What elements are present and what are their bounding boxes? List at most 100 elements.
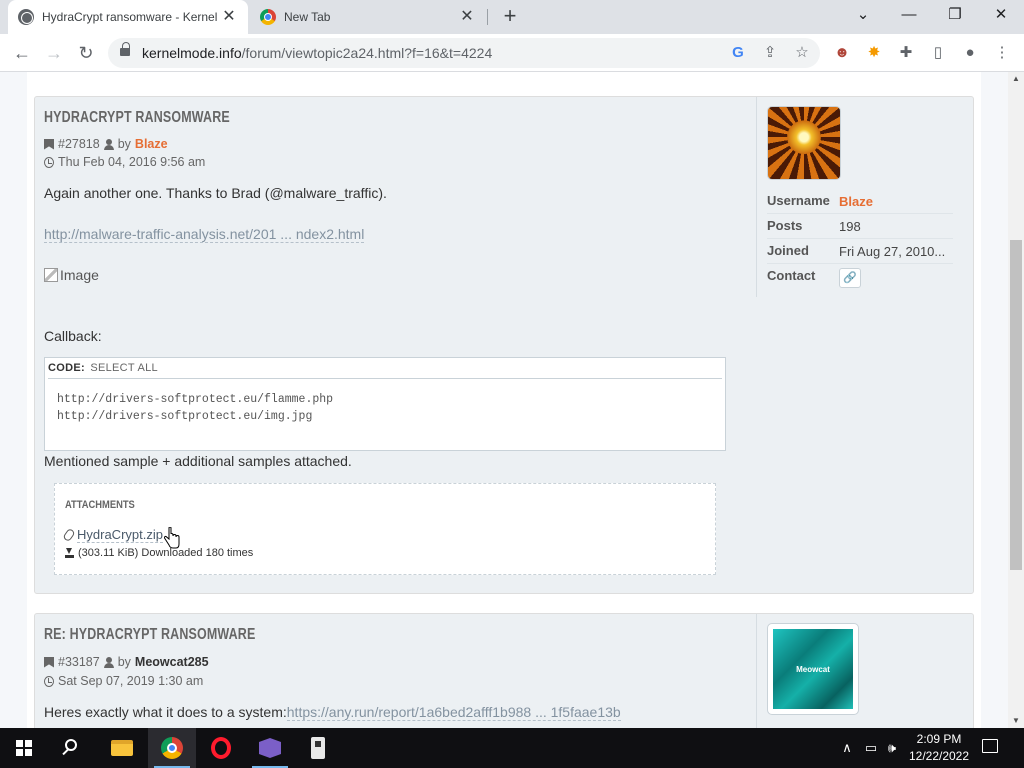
chrome-icon [161, 737, 183, 759]
post-body-text: Heres exactly what it does to a system: [44, 704, 287, 720]
share-icon[interactable]: ⇪ [760, 43, 780, 63]
contact-label: Contact [767, 268, 816, 283]
avatar-extension-icon[interactable]: ☻ [832, 43, 852, 63]
post-date: Thu Feb 04, 2016 9:56 am [58, 155, 206, 169]
post-date-row: Thu Feb 04, 2016 9:56 am [44, 155, 205, 169]
profile-icon[interactable]: ● [960, 43, 980, 63]
globe-icon [18, 9, 34, 25]
code-header: CODE: SELECT ALL [48, 362, 722, 379]
google-lens-icon[interactable]: G [728, 43, 748, 63]
start-button[interactable] [0, 728, 48, 768]
new-tab-button[interactable]: + [498, 5, 522, 29]
post-profile: Meowcat [756, 614, 974, 728]
attachments-heading: Attachments [65, 499, 135, 511]
profile-username-row: Username Blaze [767, 189, 953, 214]
scroll-down-arrow-icon[interactable]: ▼ [1008, 714, 1024, 728]
taskbar-app[interactable] [295, 728, 343, 768]
browser-toolbar: ← → ↻ kernelmode.info/forum/viewtopic2a2… [0, 34, 1024, 72]
post-title[interactable]: Re: HydraCrypt ransomware [44, 626, 255, 644]
tab-search-button[interactable]: ⌄ [840, 0, 886, 30]
user-icon [103, 656, 114, 668]
taskbar-file-explorer[interactable] [98, 728, 146, 768]
tray-overflow-icon[interactable]: ∧ [838, 728, 856, 768]
network-icon[interactable]: ▭ [860, 728, 882, 768]
attachment-item: HydraCrypt.zip [62, 527, 163, 543]
tab-strip: HydraCrypt ransomware - Kernel ✕ New Tab… [0, 0, 1024, 34]
taskbar-visual-studio[interactable] [246, 728, 294, 768]
post-meta: #33187 by Meowcat285 [44, 655, 209, 669]
post-profile: Username Blaze Posts 198 Joined Fri Aug … [756, 97, 974, 297]
tab-title: HydraCrypt ransomware - Kernel [42, 10, 218, 24]
post-meta: #27818 by Blaze [44, 137, 168, 151]
bookmark-star-icon[interactable]: ☆ [792, 43, 812, 63]
side-panel-icon[interactable]: ▯ [928, 43, 948, 63]
post-link-row: http://malware-traffic-analysis.net/201 … [44, 226, 365, 243]
scroll-up-arrow-icon[interactable]: ▲ [1008, 72, 1024, 86]
post-intro: Again another one. Thanks to Brad (@malw… [44, 185, 387, 201]
page-scrollbar[interactable]: ▲ ▼ [1008, 72, 1024, 728]
url-text[interactable]: kernelmode.info/forum/viewtopic2a24.html… [142, 38, 492, 68]
link-icon[interactable]: 🔗 [839, 268, 861, 288]
post-date: Sat Sep 07, 2019 1:30 am [58, 674, 204, 688]
visual-studio-icon [259, 738, 281, 758]
application-icon [311, 737, 325, 759]
puzzle-icon[interactable]: ✚ [896, 43, 916, 63]
scrollbar-thumb[interactable] [1010, 240, 1022, 570]
reload-button[interactable]: ↻ [72, 39, 100, 67]
avatar[interactable]: Meowcat [767, 623, 859, 715]
profile-posts[interactable]: 198 [839, 219, 951, 234]
code-label: CODE: [48, 362, 85, 374]
posts-label: Posts [767, 218, 803, 233]
close-window-button[interactable]: ✕ [978, 0, 1024, 30]
attachment-link[interactable]: HydraCrypt.zip [77, 527, 163, 543]
search-button[interactable] [48, 728, 96, 768]
post-date-row: Sat Sep 07, 2019 1:30 am [44, 674, 203, 688]
tab-close-icon[interactable]: ✕ [458, 8, 476, 26]
tab-title: New Tab [284, 10, 331, 24]
post: HydraCrypt ransomware #27818 by Blaze Th… [34, 96, 974, 594]
address-bar[interactable]: kernelmode.info/forum/viewtopic2a24.html… [108, 38, 820, 68]
post-id[interactable]: #33187 [58, 655, 100, 669]
minimize-button[interactable]: — [886, 0, 932, 30]
taskbar-chrome[interactable] [148, 728, 196, 768]
folder-icon [111, 740, 133, 756]
lock-icon[interactable] [120, 42, 130, 58]
broken-image-icon [44, 268, 58, 282]
post-author[interactable]: Blaze [135, 137, 168, 151]
volume-icon[interactable]: 🕪 [882, 728, 902, 768]
windows-logo-icon [16, 740, 32, 756]
avatar[interactable] [767, 106, 841, 180]
forward-button[interactable]: → [40, 39, 68, 67]
back-button[interactable]: ← [8, 39, 36, 67]
select-all-link[interactable]: SELECT ALL [90, 362, 158, 374]
by-label: by [117, 655, 131, 669]
tab-new-tab[interactable]: New Tab ✕ [250, 0, 486, 34]
post-link[interactable]: http://malware-traffic-analysis.net/201 … [44, 226, 365, 243]
taskbar-clock[interactable]: 2:09 PM 12/22/2022 [900, 731, 978, 765]
post-title[interactable]: HydraCrypt ransomware [44, 109, 230, 127]
username-label: Username [767, 193, 830, 208]
taskbar-opera[interactable] [197, 728, 245, 768]
code-block: CODE: SELECT ALL http://drivers-softprot… [44, 357, 726, 451]
clock-icon [44, 675, 54, 687]
restore-button[interactable]: ❐ [932, 0, 978, 30]
sun-extension-icon[interactable]: ✸ [864, 43, 884, 63]
post-author[interactable]: Meowcat285 [135, 655, 209, 669]
clock-time: 2:09 PM [916, 732, 962, 746]
paperclip-icon [62, 527, 76, 543]
post-body-link[interactable]: https://any.run/report/1a6bed2afff1b988 … [286, 704, 621, 721]
tab-hydracrypt[interactable]: HydraCrypt ransomware - Kernel ✕ [8, 0, 248, 34]
notification-icon[interactable] [982, 739, 998, 753]
opera-icon [211, 737, 231, 759]
post-id[interactable]: #27818 [58, 137, 100, 151]
code-line: http://drivers-softprotect.eu/flamme.php [57, 393, 334, 406]
menu-icon[interactable]: ⋮ [992, 43, 1012, 63]
chrome-icon [260, 9, 276, 25]
forum-page: HydraCrypt ransomware #27818 by Blaze Th… [27, 72, 981, 728]
tab-close-icon[interactable]: ✕ [220, 8, 238, 26]
page-viewport: HydraCrypt ransomware #27818 by Blaze Th… [0, 72, 1008, 728]
download-icon [65, 548, 74, 558]
post-mention: Mentioned sample + additional samples at… [44, 453, 352, 469]
profile-username[interactable]: Blaze [839, 194, 951, 209]
profile-posts-row: Posts 198 [767, 214, 953, 239]
